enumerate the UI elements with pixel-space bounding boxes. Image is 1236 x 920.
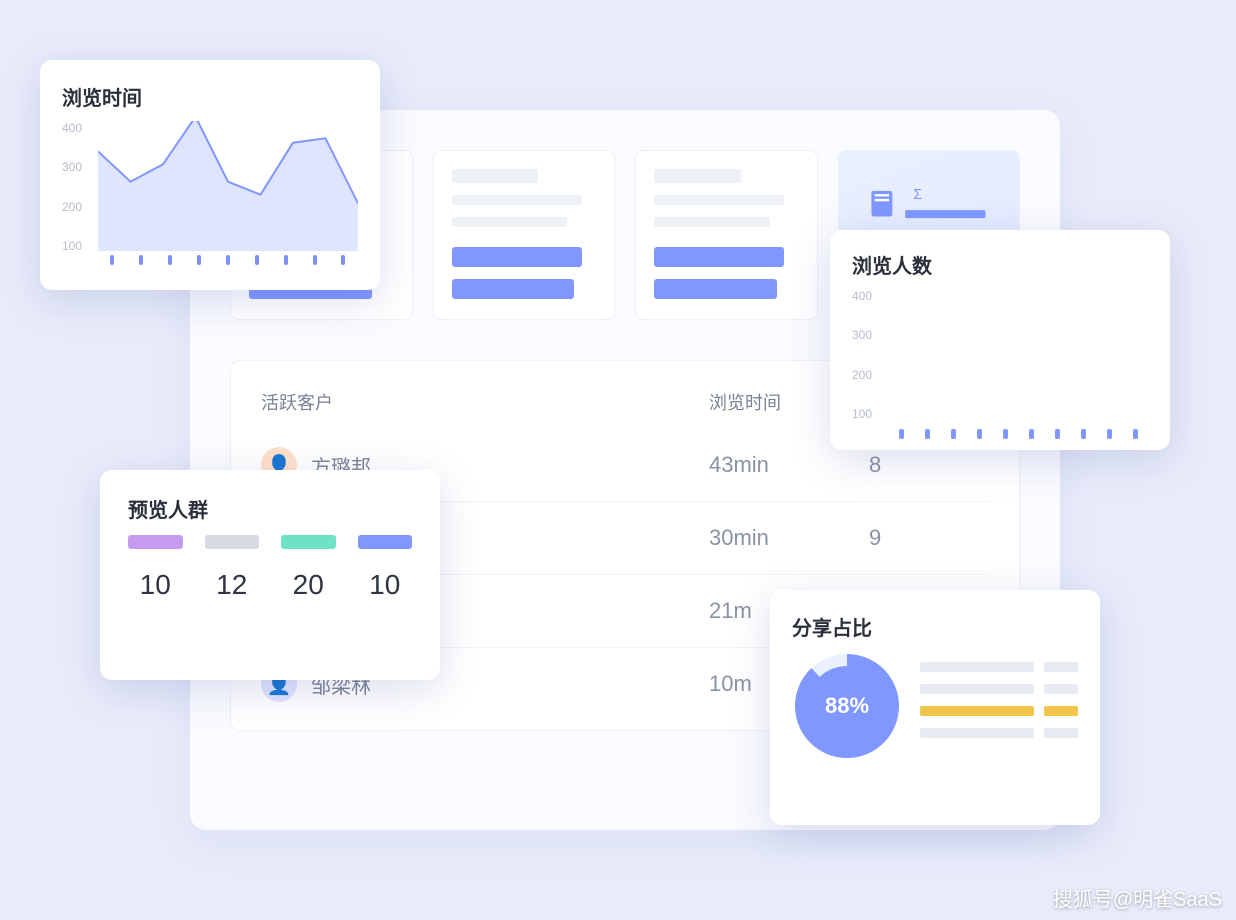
audience-value: 12	[205, 569, 260, 601]
audience-swatch	[281, 535, 336, 549]
svg-text:Σ: Σ	[913, 187, 922, 203]
card-title: 预览人群	[128, 494, 412, 523]
stat-card[interactable]	[635, 150, 818, 320]
bar	[920, 421, 934, 439]
bar	[894, 421, 908, 439]
browse-time-cell: 30min	[709, 525, 869, 551]
browse-count-card: 浏览人数 400300200100	[830, 230, 1170, 450]
audience-value: 10	[358, 569, 413, 601]
share-percent: 88%	[792, 651, 902, 761]
bar	[1076, 421, 1090, 439]
audience-swatch	[358, 535, 413, 549]
audience-swatch	[128, 535, 183, 549]
share-card: 分享占比 88%	[770, 590, 1100, 825]
audience-item: 20	[281, 535, 336, 601]
card-title: 浏览人数	[852, 250, 1148, 279]
bar	[1050, 421, 1064, 439]
header-name: 活跃客户	[261, 389, 709, 415]
watermark: 搜狐号@明雀SaaS	[1053, 883, 1222, 912]
audience-item: 12	[205, 535, 260, 601]
audience-value: 10	[128, 569, 183, 601]
share-gauge: 88%	[792, 651, 902, 761]
audience-swatch	[205, 535, 260, 549]
stat-card[interactable]	[433, 150, 616, 320]
bar	[1128, 421, 1142, 439]
browse-time-chart: 400300200100	[62, 121, 358, 271]
bar	[946, 421, 960, 439]
browse-count-cell: 9	[869, 525, 989, 551]
card-title: 分享占比	[792, 612, 1078, 641]
browse-time-cell: 43min	[709, 452, 869, 478]
bar	[998, 421, 1012, 439]
audience-item: 10	[358, 535, 413, 601]
bar	[972, 421, 986, 439]
audience-value: 20	[281, 569, 336, 601]
bar	[1102, 421, 1116, 439]
browse-count-cell: 8	[869, 452, 989, 478]
audience-item: 10	[128, 535, 183, 601]
browse-time-card: 浏览时间 400300200100	[40, 60, 380, 290]
bar	[1024, 421, 1038, 439]
audience-card: 预览人群 10 12 20 10	[100, 470, 440, 680]
card-title: 浏览时间	[62, 82, 358, 111]
share-legend	[920, 662, 1078, 750]
browse-count-chart: 400300200100	[852, 289, 1148, 439]
